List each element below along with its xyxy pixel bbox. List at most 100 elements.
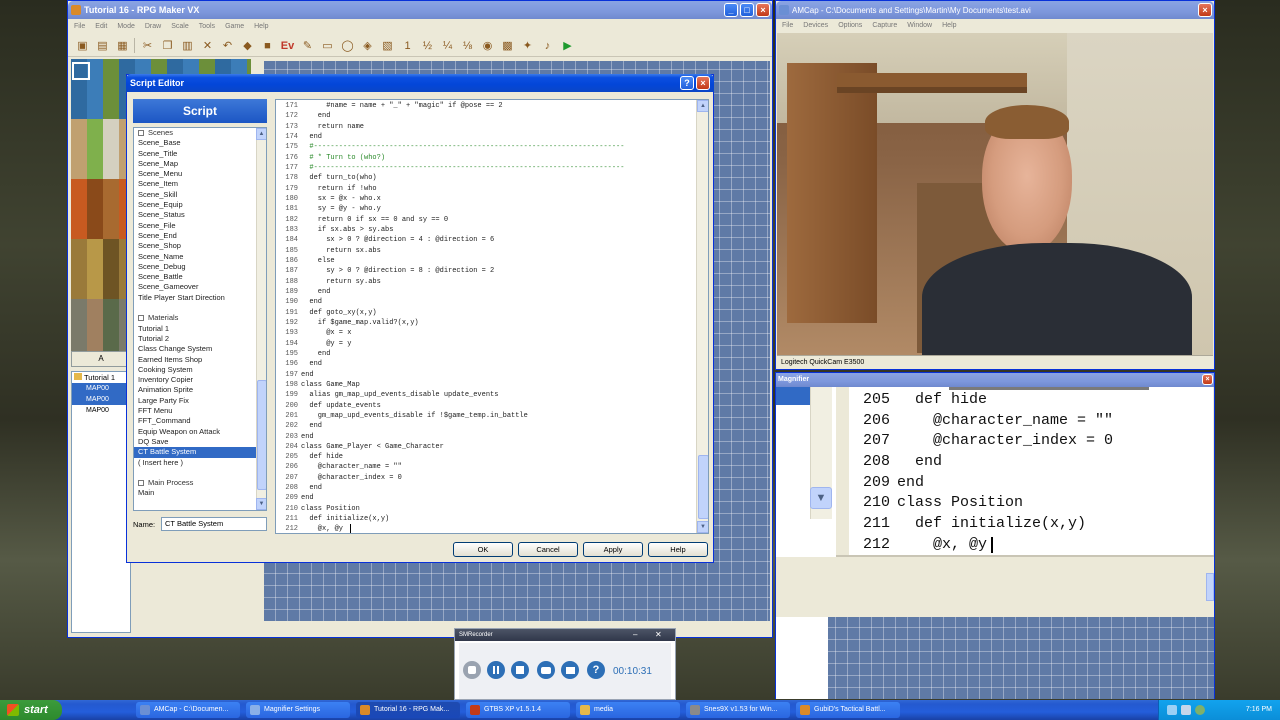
volume-icon[interactable] <box>1181 705 1191 715</box>
map-tree-item[interactable]: MAP00 <box>72 405 130 416</box>
code-line[interactable]: 174 end <box>276 132 708 142</box>
code-line[interactable]: 172 end <box>276 111 708 121</box>
menu-help[interactable]: Help <box>942 20 956 32</box>
close-button[interactable]: × <box>1198 3 1212 17</box>
close-button[interactable]: × <box>756 3 770 17</box>
close-button[interactable]: × <box>1202 374 1213 385</box>
fill-icon[interactable]: ◈ <box>359 37 376 54</box>
code-line[interactable]: 197 end <box>276 370 708 380</box>
code-line[interactable]: 176 # * Turn to (who?) <box>276 153 708 163</box>
script-list-item[interactable]: Scene_Battle <box>134 272 266 282</box>
code-line[interactable]: 175 #-----------------------------------… <box>276 142 708 152</box>
open-project-icon[interactable]: ▤ <box>94 37 111 54</box>
collapse-box-icon[interactable] <box>138 315 144 322</box>
pencil-icon[interactable]: ✎ <box>299 37 316 54</box>
paste-icon[interactable]: ▥ <box>179 37 196 54</box>
help-icon[interactable]: ? <box>680 76 694 90</box>
script-list-item[interactable]: Large Party Fix <box>134 396 266 406</box>
script-list-item[interactable]: Scene_Debug <box>134 262 266 272</box>
script-list-item[interactable]: Scene_Shop <box>134 241 266 251</box>
script-list-item[interactable]: Class Change System <box>134 344 266 354</box>
close-button[interactable]: × <box>696 76 710 90</box>
scroll-down-arrow[interactable]: ▼ <box>256 498 266 510</box>
rpg-maker-titlebar[interactable]: Tutorial 16 - RPG Maker VX _ □ × <box>68 1 772 19</box>
code-line[interactable]: 183 if sx.abs > sy.abs <box>276 225 708 235</box>
script-list-item[interactable]: DQ Save <box>134 437 266 447</box>
script-list-item[interactable]: Scene_Gameover <box>134 282 266 292</box>
minimize-button[interactable]: – <box>633 629 637 641</box>
scroll-thumb[interactable] <box>698 455 708 519</box>
script-list-item[interactable]: CT Battle System <box>134 447 266 458</box>
map-tree[interactable]: Tutorial 1 MAP00 MAP00 MAP00 <box>71 371 131 633</box>
code-line[interactable]: 208 end <box>276 483 708 493</box>
script-list-item[interactable]: Scene_Menu <box>134 169 266 179</box>
ok-button[interactable]: OK <box>453 542 513 557</box>
task-amcap[interactable]: AMCap - C:\Documen... <box>136 702 240 718</box>
undo-icon[interactable]: ↶ <box>219 37 236 54</box>
close-button[interactable]: ✕ <box>655 629 662 641</box>
code-line[interactable]: 212 @x, @y <box>276 524 708 533</box>
code-line[interactable]: 198 class Game_Map <box>276 380 708 390</box>
task-magnifier-settings[interactable]: Magnifier Settings <box>246 702 350 718</box>
code-line[interactable]: 204 class Game_Player < Game_Character <box>276 442 708 452</box>
task-gubid-tactical[interactable]: GubiD's Tactical Battl... <box>796 702 900 718</box>
cancel-button[interactable]: Cancel <box>518 542 578 557</box>
script-list-item[interactable]: Main <box>134 488 266 498</box>
script-list-item[interactable]: Earned Items Shop <box>134 355 266 365</box>
code-line[interactable]: 203 end <box>276 432 708 442</box>
play-test-icon[interactable]: ▶ <box>559 37 576 54</box>
menu-game[interactable]: Game <box>225 20 244 34</box>
code-editor[interactable]: 171 #name = name + "_" + "magic" if @pos… <box>275 99 709 534</box>
script-list[interactable]: Scenes Scene_Base Scene_Title Scene_Map Scen… <box>133 127 267 511</box>
start-button[interactable]: start <box>0 700 62 720</box>
menu-mode[interactable]: Mode <box>117 20 135 34</box>
collapse-box-icon[interactable] <box>138 480 144 487</box>
help-button[interactable]: Help <box>648 542 708 557</box>
cut-icon[interactable]: ✂ <box>139 37 156 54</box>
new-project-icon[interactable]: ▣ <box>74 37 91 54</box>
tray-app-icon[interactable] <box>1195 705 1205 715</box>
code-line[interactable]: 209 end <box>276 493 708 503</box>
apply-button[interactable]: Apply <box>583 542 643 557</box>
code-line[interactable]: 171 #name = name + "_" + "magic" if @pos… <box>276 101 708 111</box>
code-line[interactable]: 206 @character_name = "" <box>276 462 708 472</box>
event-editor-icon[interactable]: Ev <box>279 37 296 54</box>
script-list-item[interactable]: ( Insert here ) <box>134 458 266 468</box>
script-list-item[interactable]: Scene_Status <box>134 210 266 220</box>
script-list-item[interactable]: Tutorial 1 <box>134 324 266 334</box>
sound-test-icon[interactable]: ♪ <box>539 37 556 54</box>
map-tree-root[interactable]: Tutorial 1 <box>72 372 130 383</box>
menu-file[interactable]: File <box>74 20 85 34</box>
scroll-thumb[interactable] <box>257 380 266 490</box>
script-editor-icon[interactable]: ✦ <box>519 37 536 54</box>
delete-icon[interactable]: ✕ <box>199 37 216 54</box>
script-list-item[interactable]: Scene_Skill <box>134 190 266 200</box>
code-line[interactable]: 211 def initialize(x,y) <box>276 514 708 524</box>
event-layer-icon[interactable]: ■ <box>259 37 276 54</box>
script-list-item[interactable]: Animation Sprite <box>134 385 266 395</box>
save-project-icon[interactable]: ▦ <box>114 37 131 54</box>
script-list-item[interactable]: Tutorial 2 <box>134 334 266 344</box>
minimize-button[interactable]: _ <box>724 3 738 17</box>
material-manager-icon[interactable]: ▩ <box>499 37 516 54</box>
rectangle-icon[interactable]: ▭ <box>319 37 336 54</box>
code-line[interactable]: 190 end <box>276 297 708 307</box>
code-line[interactable]: 207 @character_index = 0 <box>276 473 708 483</box>
map-layer-icon[interactable]: ◆ <box>239 37 256 54</box>
code-line[interactable]: 195 end <box>276 349 708 359</box>
code-line[interactable]: 189 end <box>276 287 708 297</box>
scroll-up-arrow[interactable]: ▲ <box>697 100 708 112</box>
code-line[interactable]: 181 sy = @y - who.y <box>276 204 708 214</box>
menu-tools[interactable]: Tools <box>199 20 215 34</box>
script-list-item[interactable]: Cooking System <box>134 365 266 375</box>
shadow-pen-icon[interactable]: ▧ <box>379 37 396 54</box>
zoom-1-8-icon[interactable]: ⅛ <box>459 37 476 54</box>
code-line[interactable]: 200 def update_events <box>276 401 708 411</box>
script-list-item[interactable]: Title Player Start Direction <box>134 293 266 303</box>
code-line[interactable]: 196 end <box>276 359 708 369</box>
map-tree-item[interactable]: MAP00 <box>72 383 130 394</box>
magnifier-titlebar[interactable]: Magnifier × <box>776 373 1214 387</box>
script-list-item[interactable]: Scene_Map <box>134 159 266 169</box>
script-list-item[interactable]: Scene_File <box>134 221 266 231</box>
menu-draw[interactable]: Draw <box>145 20 161 34</box>
